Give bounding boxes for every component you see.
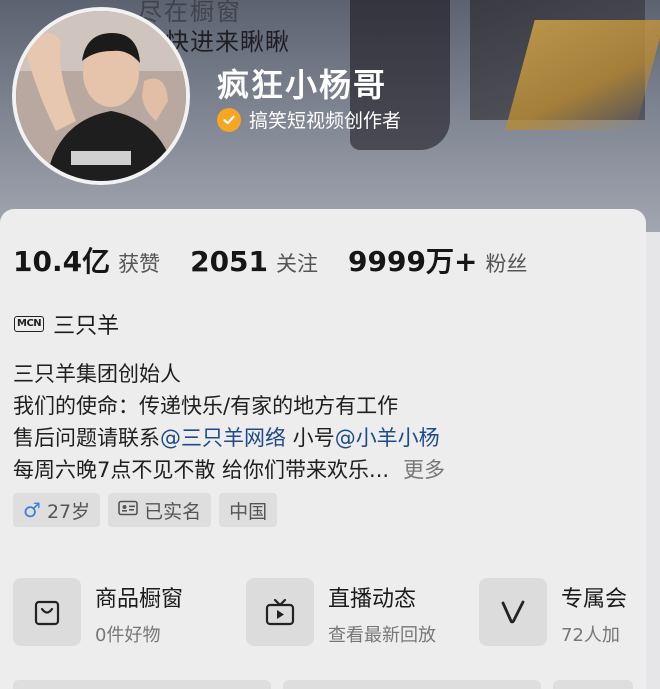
bio-line-3-mid: 小号	[286, 426, 335, 450]
next-row-item[interactable]	[283, 680, 541, 689]
bio-line-1: 三只羊集团创始人	[13, 362, 181, 386]
mention-link-sanzhiyang[interactable]: @三只羊网络	[160, 426, 286, 450]
feature-exclusive-club-sub: 72人加	[561, 625, 620, 646]
stat-likes: 10.4亿 获赞	[13, 240, 160, 280]
stat-followers[interactable]: 9999万+ 粉丝	[348, 240, 527, 280]
stat-following-value: 2051	[190, 245, 269, 278]
verification-label: 搞笑短视频创作者	[249, 110, 402, 132]
bio-more-link[interactable]: 更多	[403, 458, 445, 482]
bio-line-3: 售后问题请联系@三只羊网络 小号@小羊小杨	[13, 422, 445, 454]
mcn-row[interactable]: MCN 三只羊	[14, 308, 119, 340]
next-row-item[interactable]	[553, 680, 633, 689]
verified-check-icon	[217, 107, 241, 132]
mcn-icon: MCN	[14, 316, 45, 332]
profile-name: 疯狂小杨哥	[217, 66, 388, 104]
feature-shop-window[interactable]: 商品橱窗 0件好物	[13, 578, 246, 647]
feature-exclusive-club-title: 专属会	[561, 587, 628, 612]
tag-region: 中国	[219, 493, 278, 527]
mcn-name: 三只羊	[53, 314, 120, 339]
v-logo-icon	[479, 578, 547, 646]
stat-followers-label: 粉丝	[485, 252, 528, 276]
tv-play-icon	[246, 578, 314, 646]
bio-line-4: 每周六晚7点不见不散 给你们带来欢乐... 更多	[13, 454, 445, 486]
feature-live-updates-title: 直播动态	[328, 587, 417, 612]
tag-verified-text: 已实名	[144, 500, 202, 523]
avatar[interactable]	[12, 7, 190, 185]
tag-age-text: 27岁	[46, 500, 91, 523]
verification-row: 搞笑短视频创作者	[217, 106, 401, 133]
stat-followers-value: 9999万+	[348, 245, 478, 278]
stat-following[interactable]: 2051 关注	[190, 245, 318, 278]
stat-following-label: 关注	[276, 252, 319, 276]
mention-link-xiaoyang[interactable]: @小羊小杨	[335, 426, 440, 450]
next-row-stubs	[13, 680, 633, 689]
bio-line-3-prefix: 售后问题请联系	[13, 426, 160, 450]
banner-text-second: 快进来瞅瞅	[165, 28, 290, 56]
shopping-bag-icon	[13, 578, 81, 646]
tag-age: ♂ 27岁	[13, 493, 101, 527]
stat-likes-value: 10.4亿	[13, 245, 111, 278]
tag-verified-identity: 已实名	[108, 493, 212, 527]
male-icon: ♂	[23, 498, 41, 522]
avatar-photo	[16, 11, 186, 181]
bio-line-4-text: 每周六晚7点不见不散 给你们带来欢乐...	[13, 458, 390, 482]
stats-row: 10.4亿 获赞 2051 关注 9999万+ 粉丝	[13, 240, 557, 280]
feature-live-updates[interactable]: 直播动态 查看最新回放	[246, 578, 479, 647]
feature-shop-window-title: 商品橱窗	[95, 587, 184, 612]
bio: 三只羊集团创始人 我们的使命：传递快乐/有家的地方有工作 售后问题请联系@三只羊…	[13, 358, 445, 486]
tag-region-text: 中国	[229, 500, 268, 523]
feature-exclusive-club[interactable]: 专属会 72人加	[479, 578, 660, 647]
profile-tags: ♂ 27岁 已实名 中国	[13, 493, 278, 527]
id-card-icon	[118, 499, 138, 521]
feature-live-updates-sub: 查看最新回放	[328, 625, 436, 646]
feature-entries: 商品橱窗 0件好物 直播动态 查看最新回放 专属会 72人加	[13, 578, 660, 647]
stat-likes-label: 获赞	[118, 252, 161, 276]
next-row-item[interactable]	[13, 680, 271, 689]
bio-line-2: 我们的使命：传递快乐/有家的地方有工作	[13, 394, 399, 418]
feature-shop-window-sub: 0件好物	[95, 625, 161, 646]
